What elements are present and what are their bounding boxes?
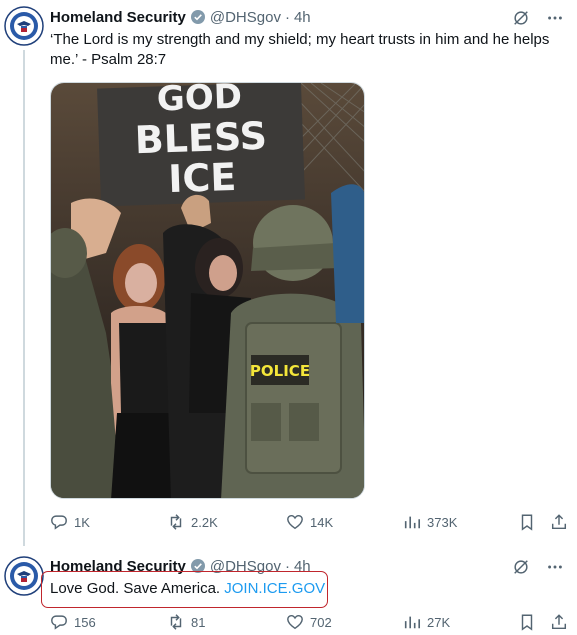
share-button[interactable] bbox=[550, 613, 568, 631]
views-button[interactable]: 373K bbox=[403, 513, 457, 531]
sign-text-ice: ICE bbox=[167, 155, 236, 201]
views-button[interactable]: 27K bbox=[403, 613, 450, 631]
share-icon bbox=[551, 614, 567, 630]
repost-button[interactable]: 81 bbox=[167, 613, 205, 631]
views-icon bbox=[404, 616, 421, 629]
like-button[interactable]: 702 bbox=[286, 613, 332, 631]
grok-icon[interactable] bbox=[511, 8, 531, 28]
police-patch-text: POLICE bbox=[250, 362, 310, 380]
post-1-actions: 1K 2.2K 14K 373K bbox=[50, 512, 570, 532]
reply-count: 1K bbox=[74, 514, 90, 530]
post-2-actions: 156 81 702 27K bbox=[50, 612, 570, 632]
repost-button[interactable]: 2.2K bbox=[167, 513, 218, 531]
like-count: 14K bbox=[310, 514, 334, 530]
bookmark-button[interactable] bbox=[518, 513, 536, 531]
bookmark-icon bbox=[521, 614, 533, 631]
separator-dot: · bbox=[284, 8, 290, 26]
grok-icon[interactable] bbox=[511, 557, 531, 577]
view-count: 27K bbox=[427, 614, 451, 630]
author-handle[interactable]: @DHSgov bbox=[210, 9, 281, 26]
repost-count: 81 bbox=[191, 614, 206, 630]
like-count: 702 bbox=[310, 614, 332, 630]
bookmark-icon bbox=[521, 514, 533, 531]
highlight-box bbox=[41, 571, 328, 608]
view-count: 373K bbox=[427, 514, 458, 530]
post-image[interactable]: GOD BLESS ICE POLICE bbox=[50, 82, 365, 499]
repost-icon bbox=[170, 614, 182, 630]
bookmark-button[interactable] bbox=[518, 613, 536, 631]
reply-icon bbox=[51, 615, 67, 630]
post-text: ‘The Lord is my strength and my shield; … bbox=[50, 31, 550, 68]
more-options-icon[interactable] bbox=[545, 8, 565, 28]
reply-count: 156 bbox=[74, 614, 96, 630]
sign-text-bless: BLESS bbox=[134, 114, 268, 163]
reply-button[interactable]: 156 bbox=[50, 613, 96, 631]
verified-badge-icon bbox=[190, 9, 206, 25]
reply-icon bbox=[51, 515, 67, 530]
more-options-icon[interactable] bbox=[545, 557, 565, 577]
heart-icon bbox=[287, 614, 303, 630]
share-icon bbox=[551, 514, 567, 530]
repost-count: 2.2K bbox=[191, 514, 218, 530]
repost-icon bbox=[170, 514, 182, 530]
author-name[interactable]: Homeland Security bbox=[50, 9, 186, 26]
post-time[interactable]: 4h bbox=[294, 9, 311, 26]
thread-line bbox=[23, 50, 25, 546]
heart-icon bbox=[287, 514, 303, 530]
dhs-seal-avatar[interactable] bbox=[4, 6, 44, 46]
like-button[interactable]: 14K bbox=[286, 513, 333, 531]
dhs-seal-avatar[interactable] bbox=[4, 556, 44, 596]
reply-button[interactable]: 1K bbox=[50, 513, 90, 531]
share-button[interactable] bbox=[550, 513, 568, 531]
views-icon bbox=[404, 516, 421, 529]
